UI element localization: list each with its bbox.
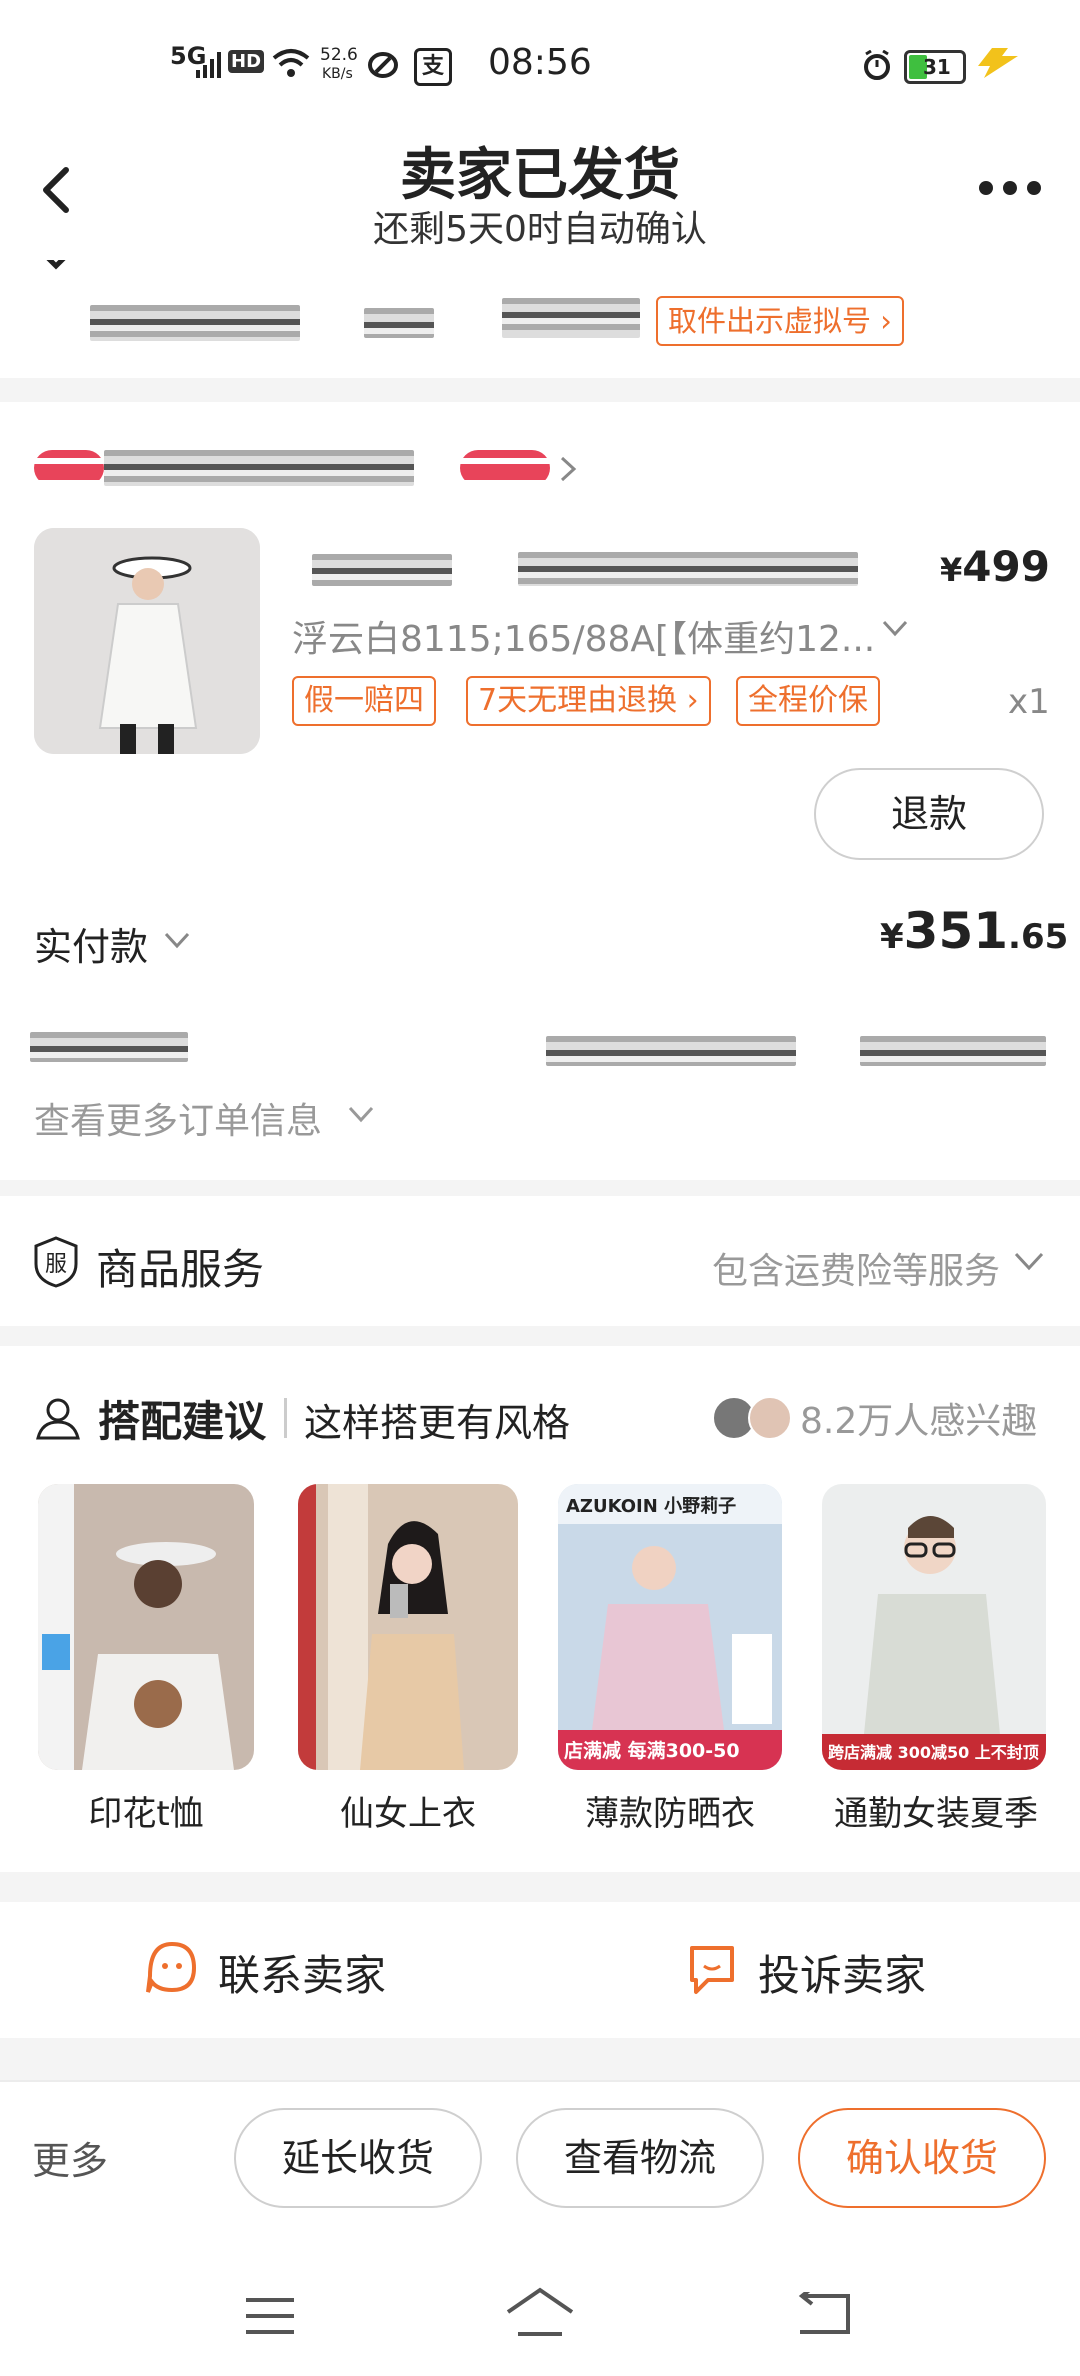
contact-card: 联系卖家 投诉卖家 <box>0 1902 1080 2038</box>
product-variant[interactable]: 浮云白8115;165/88A[【体重约12... <box>292 610 912 662</box>
service-card[interactable]: 服 商品服务 包含运费险等服务 <box>0 1196 1080 1326</box>
redacted-product-title[interactable] <box>518 552 858 586</box>
paid-amount: ¥351.65 <box>880 902 1069 960</box>
redacted-address <box>364 308 434 338</box>
chevron-down-icon <box>162 930 192 952</box>
system-nav-bar <box>0 2250 1080 2376</box>
signal-icon <box>196 52 224 78</box>
tag-authentic: 假一赔四 <box>292 676 436 726</box>
complain-seller-button[interactable]: 投诉卖家 <box>758 1942 926 2003</box>
wifi-icon <box>272 48 310 78</box>
recommend-item-label[interactable]: 通勤女装夏季 <box>816 1786 1056 1835</box>
service-shield-icon: 服 <box>34 1236 78 1288</box>
interest-count: 8.2万人感兴趣 <box>800 1401 1038 1442</box>
more-actions-button[interactable]: 更多 <box>32 2130 108 2185</box>
tag-7day-return[interactable]: 7天无理由退换 › <box>466 676 711 726</box>
avatar <box>748 1396 792 1440</box>
status-bar: 5G HD 52.6 KB/s 支 08:56 31 <box>0 0 1080 130</box>
svg-text:跨店满减 300减50 上不封顶: 跨店满减 300减50 上不封顶 <box>828 1743 1039 1762</box>
variant-chevron-icon <box>880 616 910 642</box>
refund-button[interactable]: 退款 <box>814 768 1044 860</box>
recommend-item-label[interactable]: 印花t恤 <box>36 1786 256 1835</box>
redacted-order-info <box>30 1032 188 1062</box>
chevron-down-icon <box>1012 1250 1046 1274</box>
net-speed-value: 52.6 <box>320 45 358 65</box>
redacted-product-title[interactable] <box>312 554 452 586</box>
alipay-icon: 支 <box>414 48 452 86</box>
contact-seller-button[interactable]: 联系卖家 <box>218 1942 386 2003</box>
recommend-item-image[interactable] <box>38 1484 254 1770</box>
chat-face-icon <box>146 1940 198 1996</box>
shipping-card[interactable]: 取件出示虚拟号 › <box>0 260 1080 378</box>
svg-text:服: 服 <box>45 1252 67 1277</box>
recommend-item-image[interactable]: AZUKOIN 小野莉子 店满减 每满300-50 <box>558 1484 782 1770</box>
auto-confirm-countdown: 还剩5天0时自动确认 <box>373 209 707 250</box>
tag-price-protection: 全程价保 <box>736 676 880 726</box>
app-notification-icon <box>368 50 398 80</box>
service-detail: 包含运费险等服务 <box>712 1251 1001 1292</box>
hd-badge: HD <box>228 50 265 73</box>
more-order-info-link[interactable]: 查看更多订单信息 <box>34 1092 322 1144</box>
recommend-person-icon <box>34 1394 82 1442</box>
menu-icon[interactable] <box>244 2296 296 2336</box>
battery-icon: 31 <box>904 50 966 84</box>
recommend-item-image[interactable] <box>298 1484 518 1770</box>
shop-chevron-icon <box>558 454 578 484</box>
redacted-contact <box>502 298 640 338</box>
home-icon[interactable] <box>504 2286 576 2340</box>
svg-text:店满减 每满300-50: 店满减 每满300-50 <box>564 1739 740 1762</box>
back-nav-icon[interactable] <box>794 2292 850 2338</box>
redacted-order-info <box>546 1036 796 1066</box>
recommend-card: 搭配建议 这样搭更有风格 8.2万人感兴趣 印花t恤 仙女上衣 AZUKOIN … <box>0 1346 1080 1872</box>
clock-time: 08:56 <box>488 42 592 83</box>
alarm-icon <box>862 50 892 80</box>
recommend-item-image[interactable]: 跨店满减 300减50 上不封顶 <box>822 1484 1046 1770</box>
recommend-title: 搭配建议 <box>98 1397 267 1446</box>
redacted-shop-badge <box>34 450 104 486</box>
redacted-address <box>90 305 300 341</box>
net-speed-unit: KB/s <box>322 66 353 82</box>
recommend-subtitle: 这样搭更有风格 <box>304 1401 571 1445</box>
more-options-icon[interactable] <box>978 178 1042 198</box>
confirm-receipt-button[interactable]: 确认收货 <box>798 2108 1046 2208</box>
bottom-action-bar: 更多 延长收货 查看物流 确认收货 <box>0 2080 1080 2252</box>
divider <box>284 1398 287 1438</box>
product-image[interactable] <box>34 528 260 754</box>
charging-icon <box>978 48 1018 78</box>
redacted-order-info <box>860 1036 1046 1066</box>
order-card: ¥499 浮云白8115;165/88A[【体重约12... 假一赔四 7天无理… <box>0 402 1080 1180</box>
page-title: 卖家已发货 <box>400 143 680 208</box>
chevron-down-icon <box>36 260 76 282</box>
product-price: ¥499 <box>940 542 1050 591</box>
pickup-code-button[interactable]: 取件出示虚拟号 › <box>656 296 904 346</box>
redacted-shop-badge <box>460 450 550 486</box>
chevron-down-icon <box>346 1104 376 1126</box>
service-label: 商品服务 <box>96 1245 265 1294</box>
complaint-icon <box>686 1942 738 1998</box>
product-quantity: x1 <box>1008 682 1050 722</box>
view-logistics-button[interactable]: 查看物流 <box>516 2108 764 2208</box>
recommend-item-label[interactable]: 薄款防晒衣 <box>558 1786 782 1835</box>
extend-receipt-button[interactable]: 延长收货 <box>234 2108 482 2208</box>
redacted-shop-name[interactable] <box>104 450 414 486</box>
recommend-item-label[interactable]: 仙女上衣 <box>298 1786 518 1835</box>
paid-amount-label[interactable]: 实付款 <box>34 916 148 971</box>
page-header: 卖家已发货 还剩5天0时自动确认 <box>0 130 1080 260</box>
svg-text:AZUKOIN 小野莉子: AZUKOIN 小野莉子 <box>566 1496 736 1517</box>
